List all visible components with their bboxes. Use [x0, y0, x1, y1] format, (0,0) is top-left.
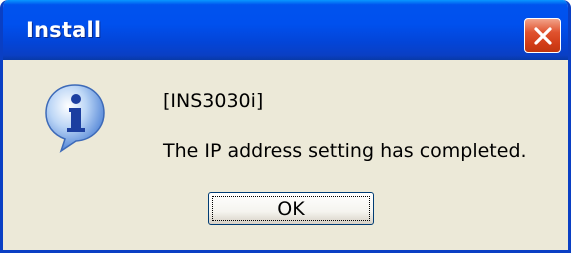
ok-button[interactable]: OK [208, 192, 374, 225]
message-text: The IP address setting has completed. [163, 140, 527, 162]
message-heading: [INS3030i] [163, 90, 264, 112]
ok-button-label: OK [277, 198, 305, 220]
close-icon [534, 27, 552, 45]
window-title: Install [26, 18, 102, 42]
dialog-window: Install [INS3030i] The IP address settin… [0, 0, 571, 253]
close-button[interactable] [524, 18, 561, 53]
title-bar[interactable]: Install [3, 0, 568, 60]
information-icon [45, 84, 105, 153]
